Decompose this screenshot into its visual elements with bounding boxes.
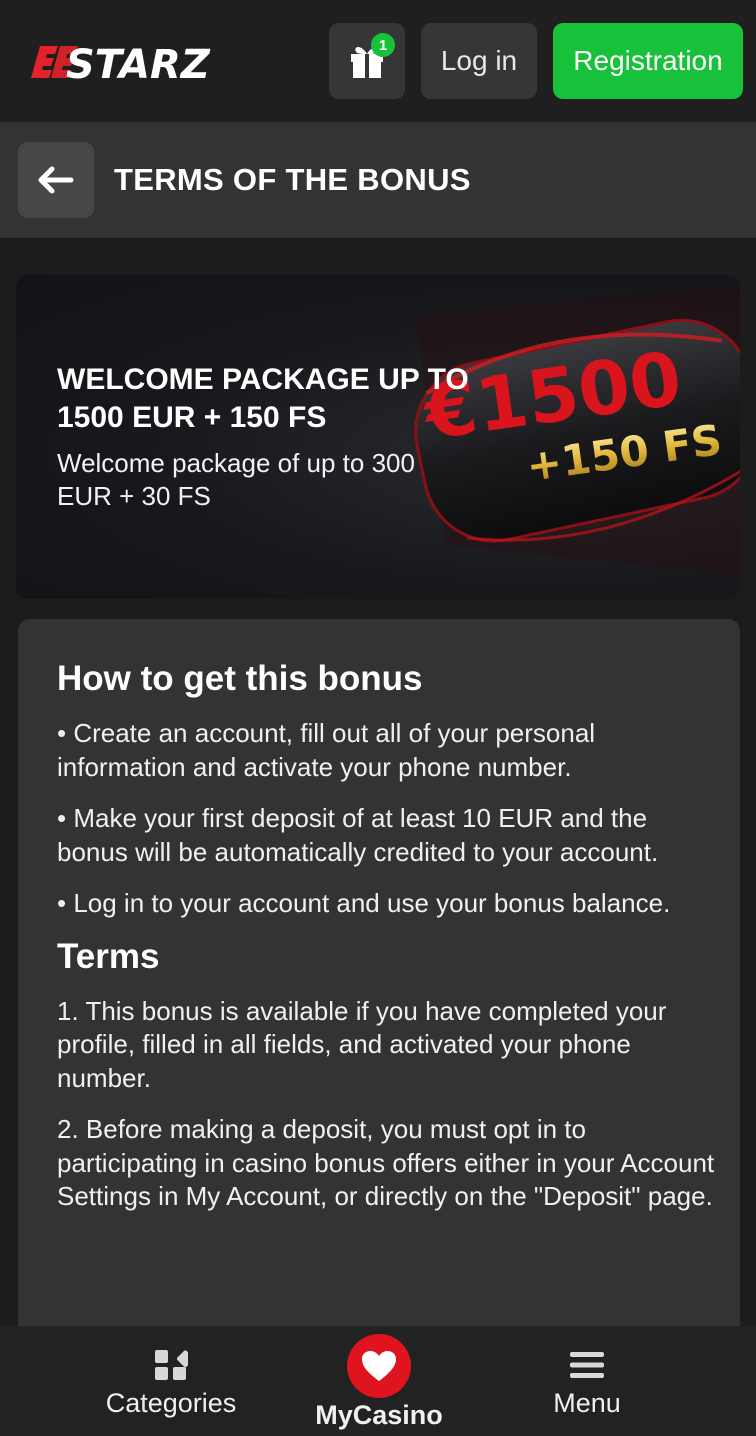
how-item: • Log in to your account and use your bo…	[57, 888, 671, 918]
page-title-bar: TERMS OF THE BONUS	[0, 122, 756, 238]
categories-icon	[155, 1350, 188, 1380]
how-item: • Make your first deposit of at least 10…	[57, 803, 659, 867]
page-title: TERMS OF THE BONUS	[114, 162, 471, 197]
bonus-terms-card: How to get this bonus • Create an accoun…	[18, 619, 740, 1379]
nav-mycasino-label: MyCasino	[315, 1400, 443, 1430]
nav-categories-label: Categories	[105, 1388, 237, 1418]
login-button[interactable]: Log in	[421, 23, 537, 99]
top-header: STARZ 1 Log in Registration	[0, 0, 756, 122]
mycasino-heart-button	[347, 1334, 411, 1398]
banner-title: WELCOME PACKAGE UP TO 1500 EUR + 150 FS	[57, 363, 469, 434]
how-to-get-heading: How to get this bonus	[57, 659, 423, 698]
banner-subtitle: Welcome package of up to 300 EUR + 30 FS	[57, 448, 415, 511]
bonus-terms-content: How to get this bonus • Create an accoun…	[57, 659, 717, 1232]
gift-button[interactable]: 1	[329, 23, 405, 99]
terms-heading: Terms	[57, 936, 160, 976]
logo-text: STARZ	[66, 42, 211, 84]
how-item: • Create an account, fill out all of you…	[57, 718, 596, 782]
gift-count-badge: 1	[371, 33, 395, 57]
bottom-navigation: Categories MyCasino Menu	[0, 1326, 756, 1436]
hamburger-menu-icon	[570, 1352, 604, 1378]
nav-mycasino[interactable]: MyCasino	[300, 1326, 458, 1436]
heart-icon	[362, 1351, 396, 1381]
nav-menu[interactable]: Menu	[527, 1326, 647, 1436]
brand-logo[interactable]: STARZ	[30, 40, 240, 88]
back-button[interactable]	[18, 142, 94, 218]
nav-menu-label: Menu	[553, 1388, 621, 1418]
registration-button[interactable]: Registration	[553, 23, 743, 99]
bonus-banner-art: €1500 +150 FS	[414, 285, 740, 575]
terms-item: 1. This bonus is available if you have c…	[57, 995, 667, 1093]
bonus-banner: €1500 +150 FS WELCOME PACKAGE UP TO 1500…	[16, 275, 740, 599]
arrow-left-icon	[38, 166, 74, 194]
nav-categories[interactable]: Categories	[90, 1326, 252, 1436]
terms-item: 2. Before making a deposit, you must opt…	[57, 1114, 715, 1211]
